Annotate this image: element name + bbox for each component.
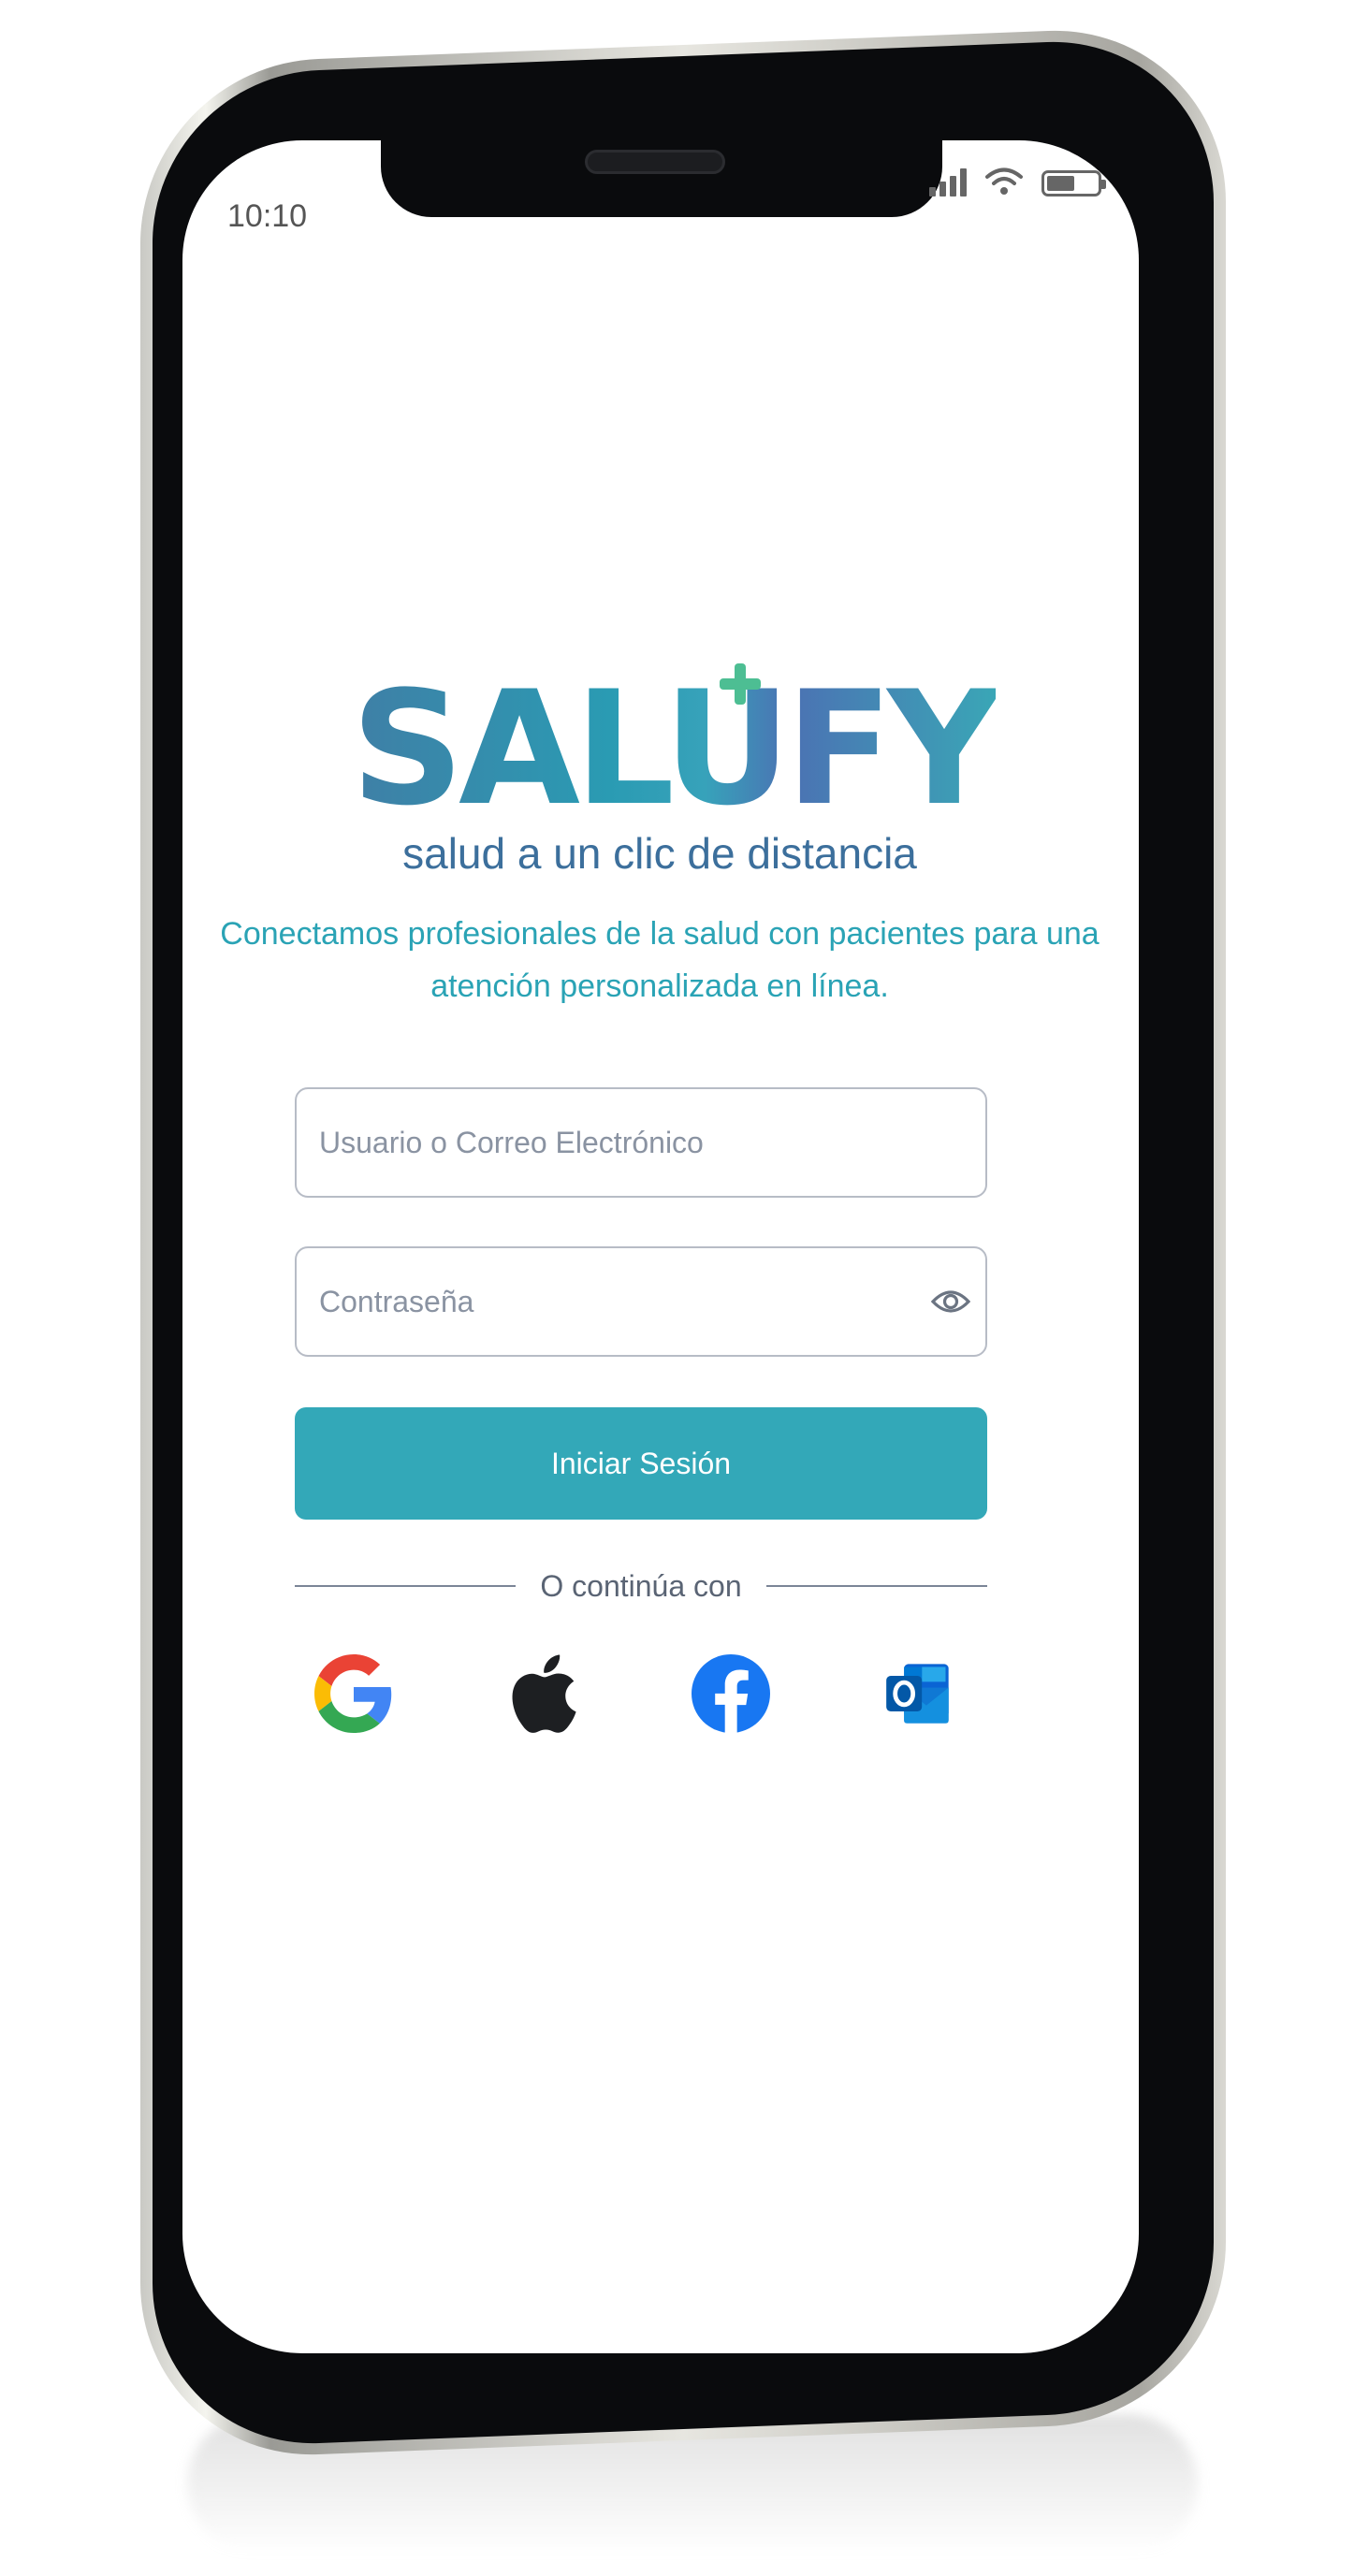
intro-text: Conectamos profesionales de la salud con…	[220, 916, 1100, 1004]
social-divider: O continúa con	[295, 1563, 987, 1609]
social-login-row	[309, 1647, 964, 1740]
salufy-logo: SALUFY	[351, 660, 1001, 837]
password-field[interactable]	[295, 1246, 987, 1357]
battery-icon	[1041, 170, 1106, 196]
facebook-icon	[691, 1654, 770, 1733]
tagline: salud a un clic de distancia	[402, 829, 917, 878]
divider-label: O continúa con	[540, 1568, 742, 1603]
logo-wordmark: SALUFY	[351, 657, 1001, 840]
username-input[interactable]	[297, 1089, 985, 1196]
eye-icon[interactable]	[931, 1286, 970, 1317]
medical-cross-icon	[720, 663, 761, 705]
outlook-login-button[interactable]	[874, 1649, 964, 1739]
google-login-button[interactable]	[309, 1649, 399, 1739]
battery-fill	[1047, 176, 1074, 191]
apple-icon	[512, 1654, 576, 1733]
login-button[interactable]: Iniciar Sesión	[295, 1407, 987, 1520]
mockup-stage: 10:10 SALUFY salud a un clic de distanci…	[0, 0, 1369, 2576]
signal-icon	[929, 167, 967, 196]
google-icon	[314, 1654, 392, 1733]
status-time: 10:10	[227, 198, 308, 234]
divider-line-right	[765, 1585, 987, 1587]
password-input[interactable]	[297, 1248, 985, 1355]
apple-login-button[interactable]	[497, 1649, 587, 1739]
speaker-grille	[585, 150, 725, 174]
username-field[interactable]	[295, 1087, 987, 1198]
phone-screen: 10:10 SALUFY salud a un clic de distanci…	[182, 140, 1139, 2353]
facebook-login-button[interactable]	[686, 1649, 776, 1739]
wifi-icon	[985, 167, 1023, 195]
notch	[381, 140, 942, 217]
outlook-icon	[886, 1664, 949, 1724]
status-icons	[929, 159, 1106, 196]
divider-line-left	[295, 1585, 517, 1587]
